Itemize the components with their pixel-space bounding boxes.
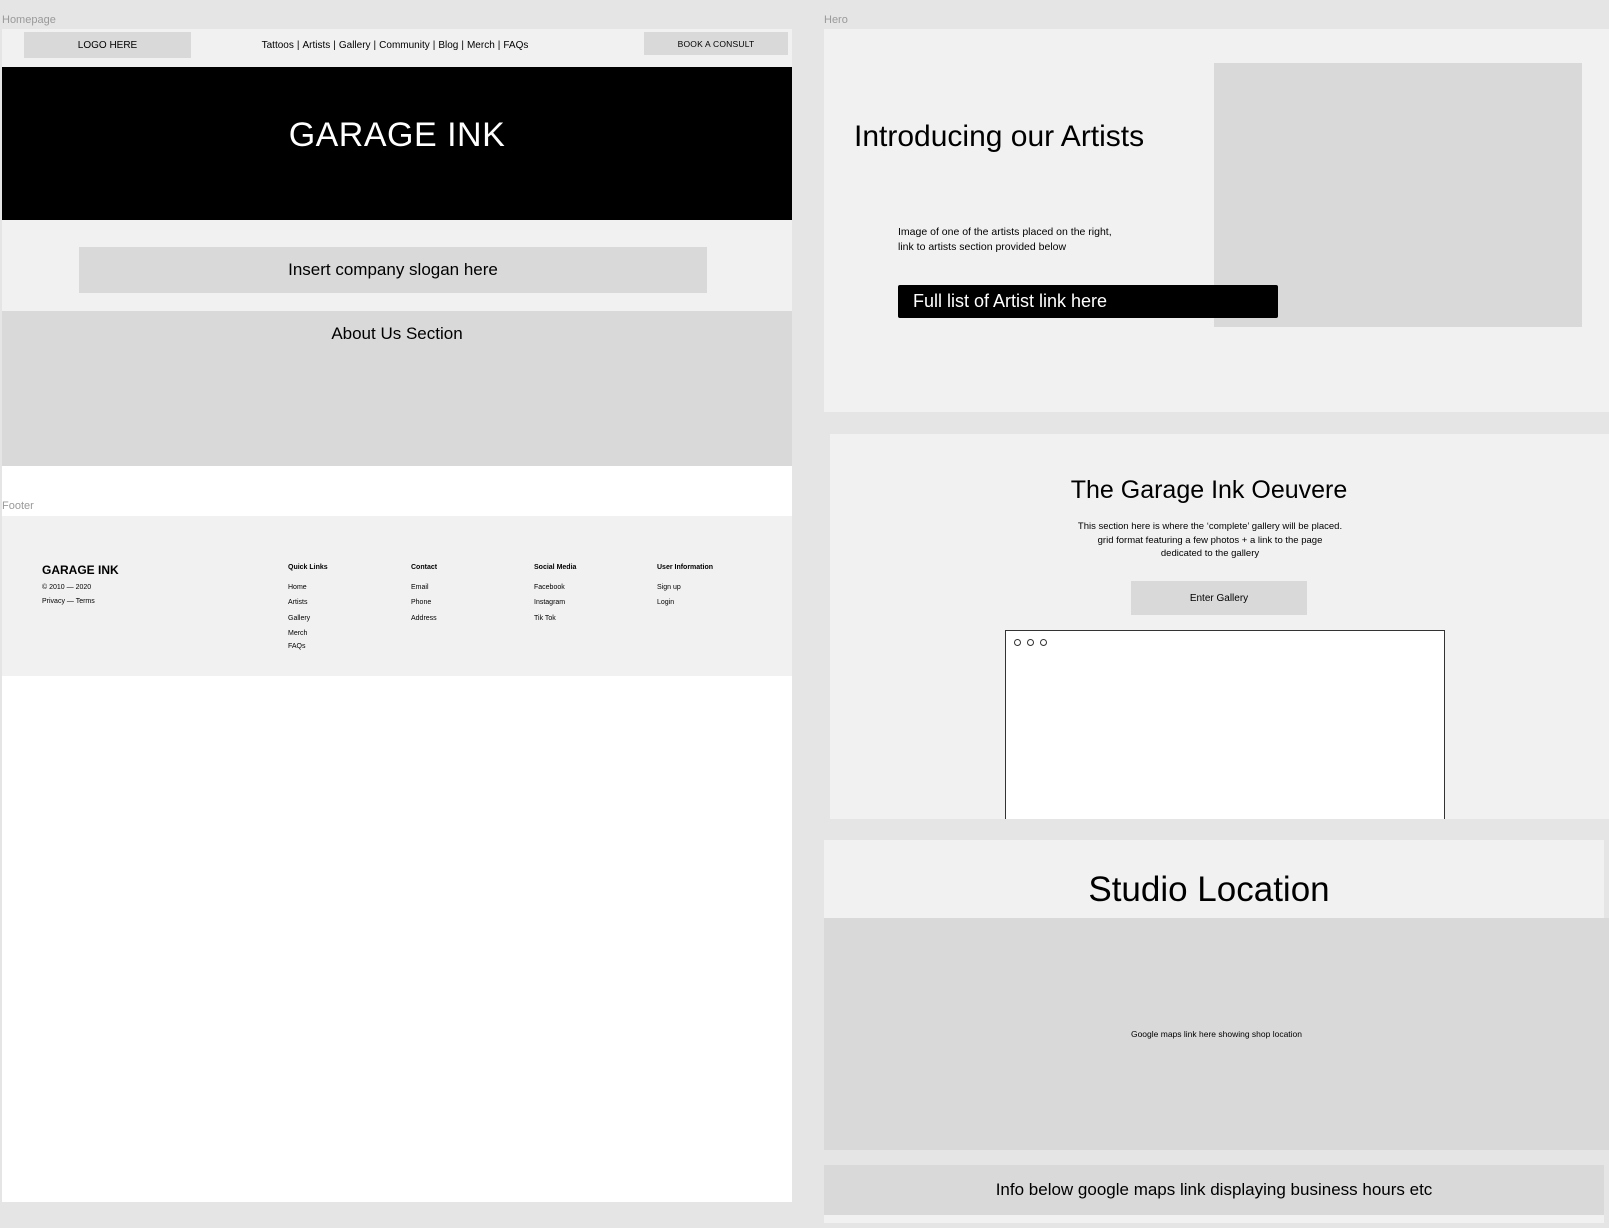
footer-col-title-quick-links: Quick Links — [288, 564, 328, 571]
footer-link-artists[interactable]: Artists — [288, 599, 307, 606]
nav-separator: | — [333, 39, 336, 51]
footer-link-gallery[interactable]: Gallery — [288, 615, 310, 622]
nav-link-tattoos[interactable]: Tattoos — [262, 40, 294, 51]
gallery-description-line: dedicated to the gallery — [1160, 548, 1260, 559]
frame-label-homepage: Homepage — [2, 14, 56, 26]
slogan-placeholder: Insert company slogan here — [79, 247, 707, 293]
book-consult-button[interactable]: BOOK A CONSULT — [644, 32, 788, 55]
location-title: Studio Location — [1088, 870, 1330, 909]
map-placeholder[interactable]: Google maps link here showing shop locat… — [824, 918, 1609, 1150]
footer-link-sign-up[interactable]: Sign up — [657, 584, 681, 591]
nav-separator: | — [461, 39, 464, 51]
gallery-description-line: This section here is where the ‘complete… — [1077, 521, 1343, 532]
footer-col-title-user-info: User Information — [657, 564, 714, 571]
footer-link-login[interactable]: Login — [657, 599, 674, 606]
footer-link-address[interactable]: Address — [411, 615, 437, 622]
gallery-browser-mockup — [1005, 630, 1445, 819]
artists-description: Image of one of the artists placed on th… — [898, 225, 1158, 255]
window-dot-icon — [1040, 639, 1047, 646]
footer-copyright: © 2010 — 2020 — [42, 584, 92, 591]
nav-link-merch[interactable]: Merch — [467, 40, 495, 51]
window-dot-icon — [1027, 639, 1034, 646]
nav-link-artists[interactable]: Artists — [302, 40, 330, 51]
nav-link-blog[interactable]: Blog — [438, 40, 458, 51]
nav-separator: | — [432, 39, 436, 51]
gallery-title: The Garage Ink Oeuvere — [1070, 476, 1348, 504]
gallery-description-line: grid format featuring a few photos + a l… — [1097, 534, 1323, 546]
about-us-section: About Us Section — [2, 311, 792, 466]
footer-link-faqs[interactable]: FAQs — [288, 643, 306, 650]
banner-title: GARAGE INK — [288, 116, 506, 154]
nav-link-faqs[interactable]: FAQs — [503, 40, 528, 51]
artists-title: Introducing our Artists — [854, 120, 1145, 153]
artists-description-line: link to artists section provided below — [898, 241, 1067, 253]
nav-link-community[interactable]: Community — [379, 40, 430, 51]
footer-link-instagram[interactable]: Instagram — [534, 599, 565, 606]
enter-gallery-button[interactable]: Enter Gallery — [1131, 581, 1307, 615]
footer — [2, 516, 792, 676]
hero-banner: GARAGE INK — [2, 67, 792, 220]
footer-col-title-contact: Contact — [411, 564, 438, 571]
footer-link-phone[interactable]: Phone — [411, 599, 431, 606]
nav-separator: | — [497, 39, 501, 51]
bottom-strip — [824, 1215, 1604, 1223]
gallery-description: This section here is where the ‘complete… — [1060, 520, 1360, 561]
artists-description-line: Image of one of the artists placed on th… — [898, 226, 1112, 238]
map-link-text: Google maps link here showing shop locat… — [1130, 1029, 1303, 1039]
footer-link-email[interactable]: Email — [411, 584, 429, 591]
footer-brand: GARAGE INK — [42, 563, 119, 577]
frame-label-footer: Footer — [2, 500, 34, 512]
frame-label-hero: Hero — [824, 14, 848, 26]
footer-col-title-social: Social Media — [534, 564, 577, 571]
nav-separator: | — [296, 39, 300, 51]
nav-link-gallery[interactable]: Gallery — [339, 40, 371, 51]
nav-links: Tattoos | Artists | Gallery | Community | Bl… — [200, 32, 590, 58]
footer-link-home[interactable]: Home — [288, 584, 307, 591]
nav-separator: | — [373, 39, 377, 51]
footer-link-merch[interactable]: Merch — [288, 630, 307, 637]
logo-placeholder[interactable]: LOGO HERE — [24, 32, 191, 58]
business-hours-info: Info below google maps link displaying b… — [824, 1165, 1604, 1215]
window-dot-icon — [1014, 639, 1021, 646]
artist-list-button[interactable]: Full list of Artist link here — [898, 285, 1278, 318]
footer-link-facebook[interactable]: Facebook — [534, 584, 565, 591]
footer-legal-links[interactable]: Privacy — Terms — [42, 598, 95, 605]
footer-link-tiktok[interactable]: Tik Tok — [534, 615, 556, 622]
